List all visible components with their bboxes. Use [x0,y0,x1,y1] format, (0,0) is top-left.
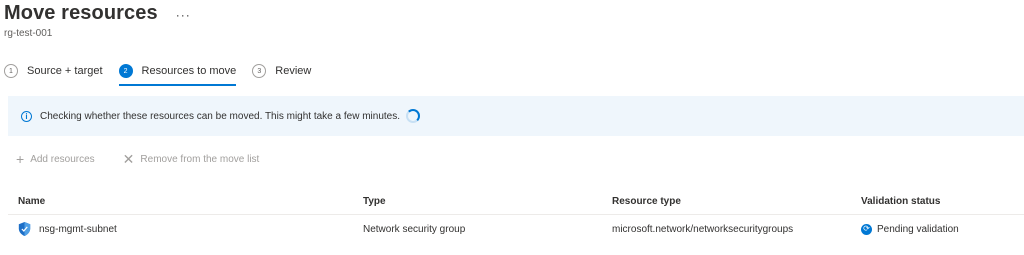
column-header-resource-type[interactable]: Resource type [612,196,861,207]
more-options-button[interactable]: ··· [176,8,191,22]
remove-from-list-label: Remove from the move list [140,153,260,165]
validation-status-text: Pending validation [877,223,959,235]
remove-from-list-button[interactable]: ✕ Remove from the move list [123,152,260,166]
wizard-steps: 1 Source + target 2 Resources to move 3 … [4,59,327,86]
network-security-group-icon [18,222,31,236]
resource-group-subtitle: rg-test-001 [4,28,53,39]
command-bar: + Add resources ✕ Remove from the move l… [16,152,287,166]
step-review[interactable]: 3 Review [252,60,311,82]
resources-table: Name Type Resource type Validation statu… [8,188,1024,243]
resource-name: nsg-mgmt-subnet [39,223,117,235]
title-row: Move resources ··· [4,2,191,25]
table-row[interactable]: nsg-mgmt-subnet Network security group m… [8,215,1024,243]
add-resources-button[interactable]: + Add resources [16,152,95,166]
cell-validation-status: ⟳ Pending validation [861,223,1024,235]
step-resources-to-move[interactable]: 2 Resources to move [118,60,237,86]
info-banner: i Checking whether these resources can b… [8,96,1024,136]
close-icon: ✕ [122,151,135,167]
plus-icon: + [16,151,25,167]
step-number-2: 2 [118,64,133,78]
step-source-target[interactable]: 1 Source + target [4,60,103,82]
cell-resource-type: microsoft.network/networksecuritygroups [612,223,794,235]
pending-sync-icon: ⟳ [861,223,872,235]
cell-type: Network security group [363,223,466,235]
step-number-3: 3 [252,64,267,78]
page-title: Move resources [4,2,158,24]
column-header-name[interactable]: Name [8,196,363,207]
cell-name: nsg-mgmt-subnet [8,222,363,236]
column-header-validation-status[interactable]: Validation status [861,196,1024,207]
step-label-review: Review [275,65,312,77]
info-banner-text: Checking whether these resources can be … [40,110,400,122]
loading-spinner-icon [406,109,420,123]
column-header-type[interactable]: Type [363,196,612,207]
add-resources-label: Add resources [30,153,95,165]
step-label-resources-to-move: Resources to move [141,65,237,77]
info-icon: i [21,110,32,122]
step-label-source-target: Source + target [27,65,103,77]
table-header: Name Type Resource type Validation statu… [8,188,1024,215]
step-number-1: 1 [4,64,18,78]
